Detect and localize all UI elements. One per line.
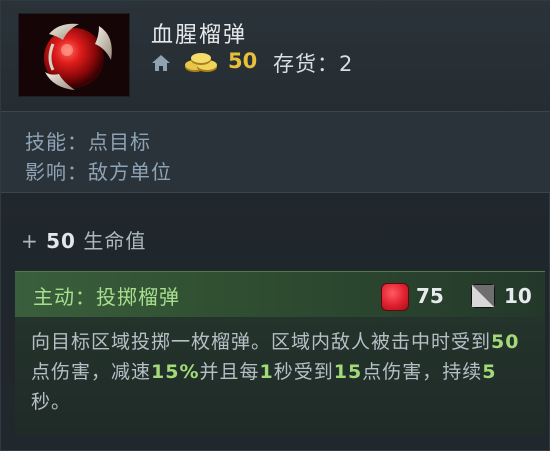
active-ability-title: 主动：投掷榴弹	[33, 285, 180, 309]
ability-behavior: 技能：点目标	[25, 130, 151, 154]
mana-cost-value: 75	[416, 284, 444, 308]
blood-grenade-icon	[18, 13, 130, 97]
active-ability-description: 向目标区域投掷一枚榴弹。区域内敌人被击中时受到50 点伤害，减速15%并且每1秒受…	[15, 317, 545, 435]
cooldown-icon	[471, 284, 495, 308]
tooltip-header: 血腥榴弹 50 存货：2	[1, 1, 550, 112]
damage-value: 50	[491, 331, 520, 353]
slow-value: 15%	[151, 361, 200, 383]
ability-description-text: 向目标区域投掷一枚榴弹。区域内敌人被击中时受到50 点伤害，减速15%并且每1秒受…	[31, 327, 536, 417]
desc-part: 向目标区域投掷一枚榴弹。区域内敌人被击中时受到	[31, 331, 492, 353]
tick-interval-value: 1	[259, 361, 274, 383]
desc-part: 秒。	[31, 391, 72, 413]
stat-value: 50	[46, 229, 76, 253]
desc-part: 秒受到	[273, 361, 334, 383]
desc-part: 点伤害，持续	[362, 361, 483, 383]
item-cost: 50	[228, 49, 258, 73]
item-tooltip: 血腥榴弹 50 存货：2 技能：点目标 影响：敌方单位 + 50 生命值 主动：…	[0, 0, 550, 451]
stat-label: 生命值	[83, 229, 147, 253]
stat-prefix: +	[21, 229, 39, 253]
item-name: 血腥榴弹	[151, 23, 248, 48]
home-icon	[151, 54, 171, 72]
gold-coins-icon	[183, 50, 219, 74]
desc-part: 点伤害，减速	[31, 361, 152, 383]
cooldown-value: 10	[504, 284, 532, 308]
stock-value: 2	[339, 52, 354, 76]
ability-affects: 影响：敌方单位	[25, 160, 172, 184]
active-ability-header: 主动：投掷榴弹 75 10	[15, 271, 545, 318]
desc-part: 并且每	[199, 361, 260, 383]
stat-bonus: + 50 生命值	[21, 225, 146, 254]
duration-value: 5	[482, 361, 497, 383]
item-stock: 存货：2	[273, 48, 353, 78]
damage-over-time-value: 15	[333, 361, 363, 383]
stock-label: 存货：	[273, 52, 339, 76]
mana-cost-icon	[382, 284, 408, 310]
ability-info: 技能：点目标 影响：敌方单位	[1, 112, 550, 193]
